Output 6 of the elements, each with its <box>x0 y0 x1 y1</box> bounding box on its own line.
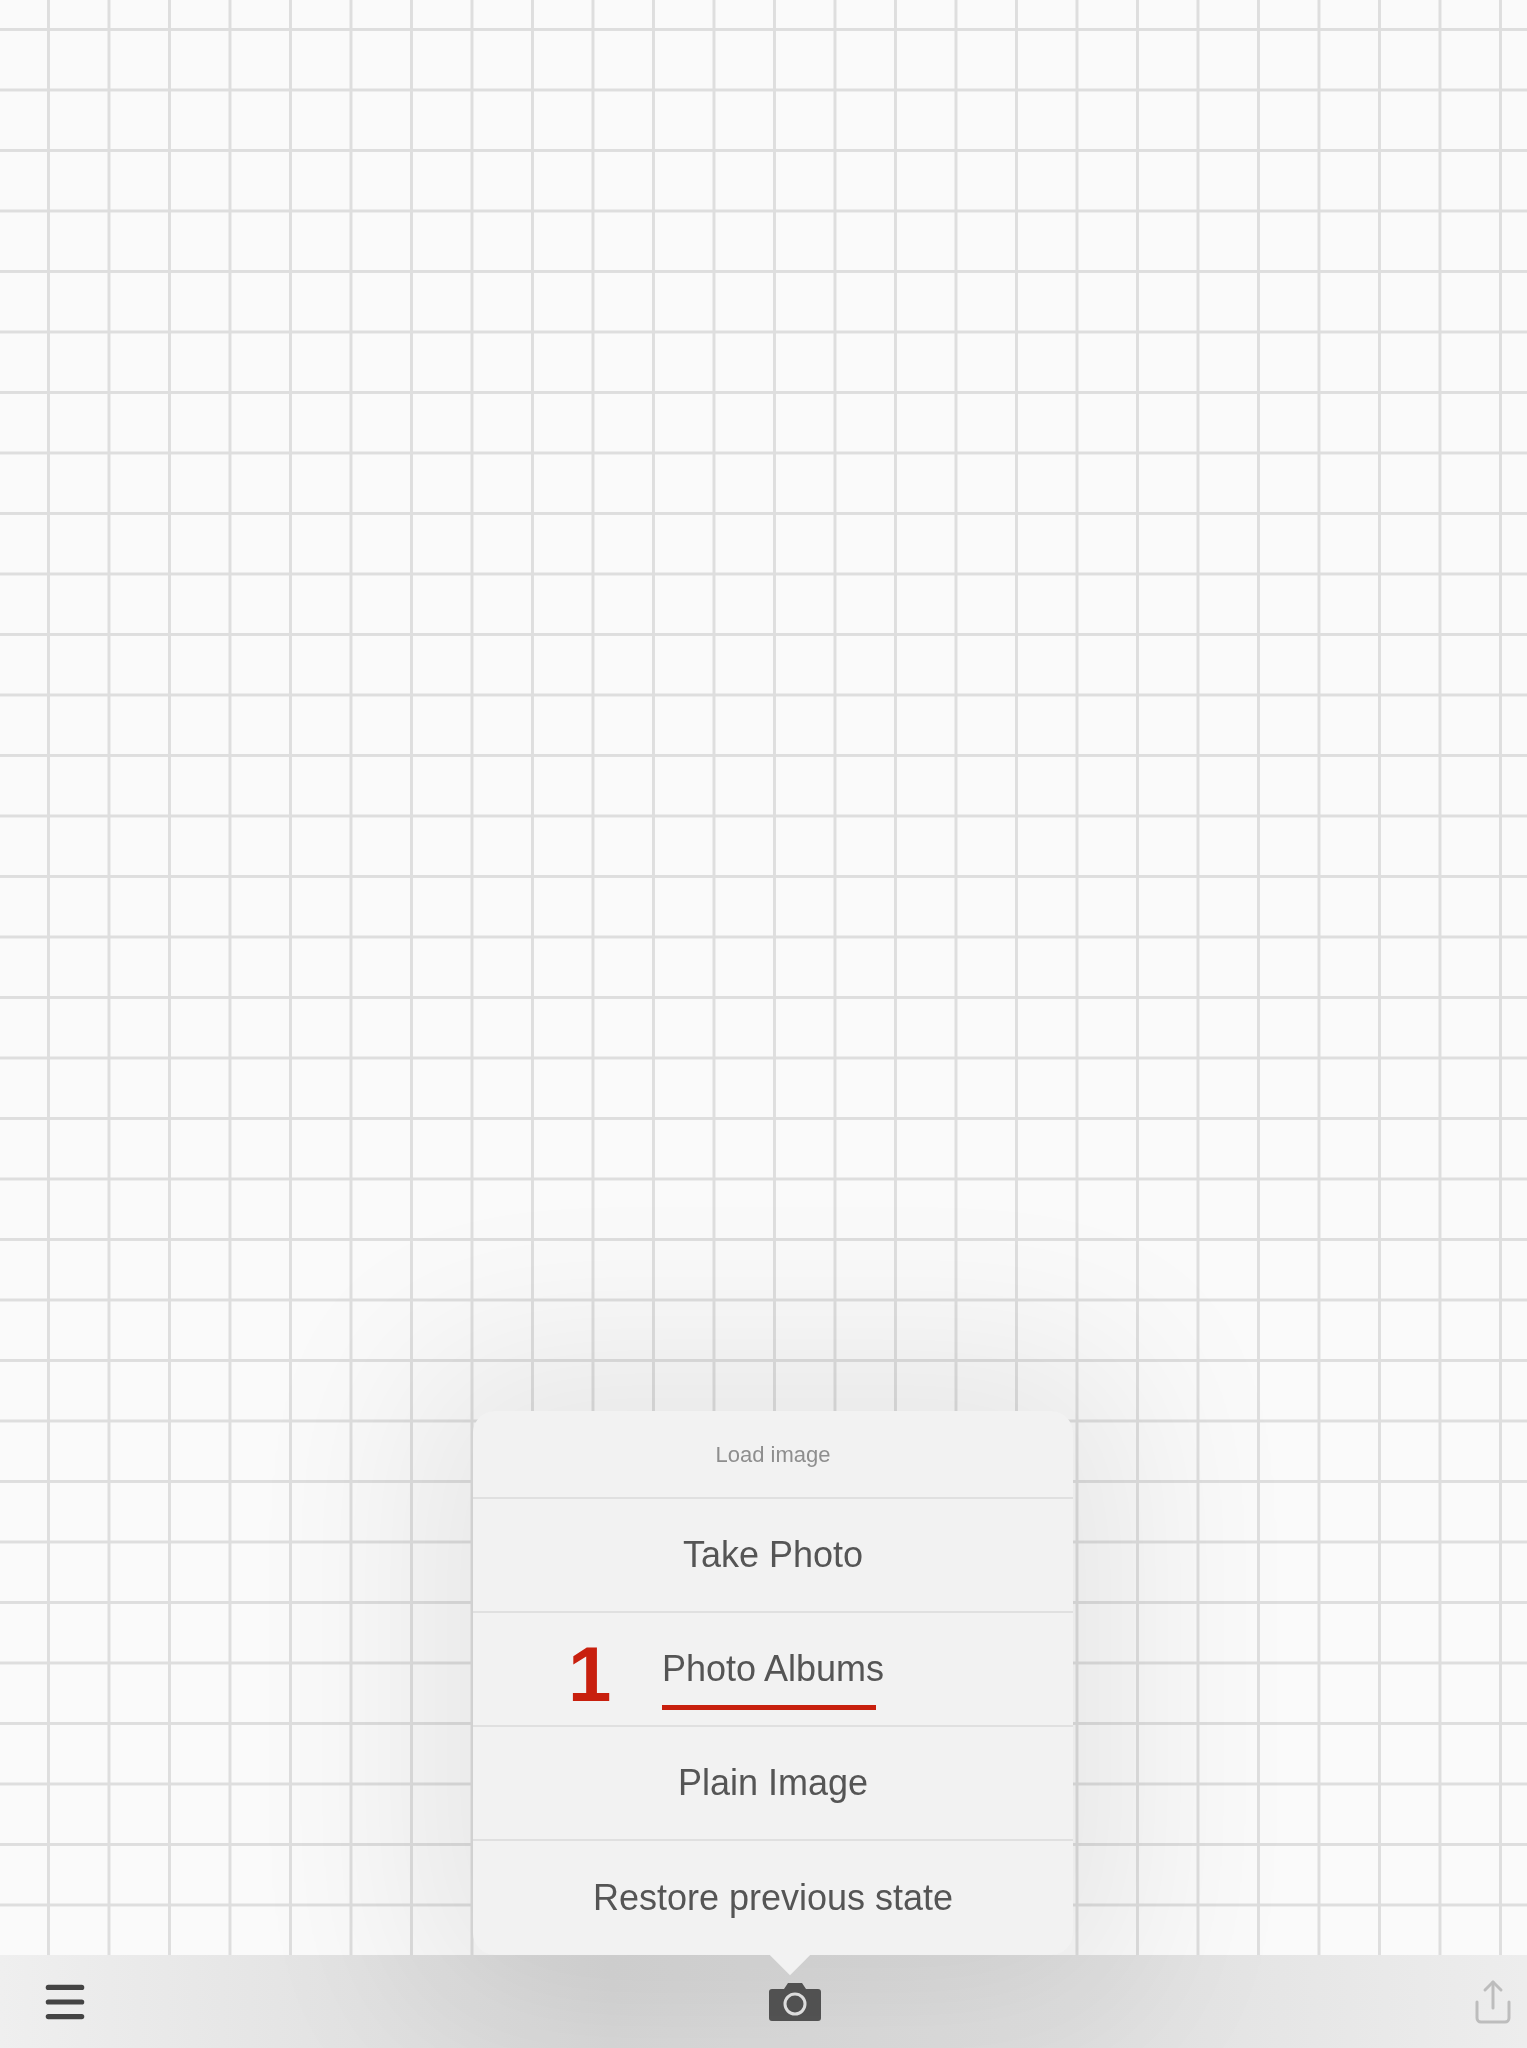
annotation-number: 1 <box>568 1635 612 1713</box>
menu-item[interactable]: Take Photo <box>473 1499 1073 1613</box>
menu-item[interactable]: Restore previous state <box>473 1841 1073 1955</box>
menu-item[interactable]: Plain Image <box>473 1727 1073 1841</box>
camera-icon[interactable] <box>767 1980 822 2023</box>
popover-title: Load image <box>473 1411 1073 1499</box>
